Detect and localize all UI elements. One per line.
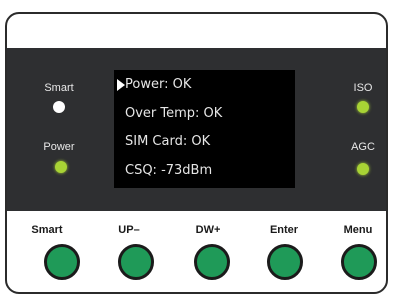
menu-button[interactable] — [341, 244, 377, 280]
smart-button-label: Smart — [31, 224, 63, 236]
enter-button[interactable] — [267, 244, 303, 280]
display-line-over-temp: Over Temp: OK — [125, 106, 223, 121]
dw-button-label: DW+ — [195, 224, 221, 236]
agc-indicator-label: AGC — [351, 141, 375, 153]
iso-led-icon — [357, 101, 369, 113]
display-line-csq: CSQ: -73dBm — [125, 163, 213, 178]
up-button-label: UP– — [118, 224, 140, 236]
display-line-power: Power: OK — [117, 77, 191, 92]
menu-button-label: Menu — [343, 224, 373, 236]
up-button[interactable] — [118, 244, 154, 280]
smart-indicator-label: Smart — [44, 82, 74, 94]
power-indicator-label: Power — [43, 141, 75, 153]
power-led-icon — [55, 161, 67, 173]
agc-led-icon — [357, 163, 369, 175]
display-line-sim-card: SIM Card: OK — [125, 134, 211, 149]
smart-button[interactable] — [44, 244, 80, 280]
indicator-panel: Smart Power ISO AGC Power: OK Over Temp:… — [7, 48, 386, 211]
device-front-panel: Smart Power ISO AGC Power: OK Over Temp:… — [5, 12, 388, 294]
iso-indicator-label: ISO — [353, 82, 373, 94]
dw-button[interactable] — [194, 244, 230, 280]
status-display: Power: OK Over Temp: OK SIM Card: OK CSQ… — [114, 70, 295, 188]
enter-button-label: Enter — [269, 224, 299, 236]
smart-led-icon — [53, 101, 65, 113]
